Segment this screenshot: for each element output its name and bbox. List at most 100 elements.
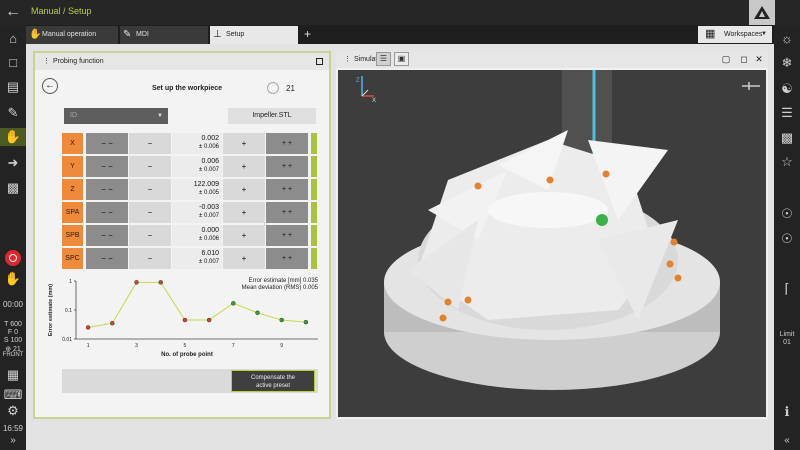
x-tick-label: 3 [135, 343, 138, 349]
panel-header: ⋮ Probing function [35, 53, 329, 70]
y-tick-label: 0.1 [65, 308, 72, 314]
workspaces-button[interactable]: ▦ Workspaces ▼ [698, 26, 772, 43]
chevron-down-icon: ▼ [157, 113, 163, 119]
workpiece-view-icon[interactable]: ▣ [394, 52, 409, 66]
coolant-icon[interactable]: ❄ [777, 54, 797, 72]
axis-row: Z − − −122.009 ± 0.005 + + + [62, 179, 318, 200]
probe-point-count: 21 [286, 84, 295, 93]
data-point [255, 310, 260, 316]
increment-button[interactable]: + [223, 133, 265, 154]
probe-icon [742, 82, 760, 90]
status-indicator [311, 225, 317, 246]
decrement-button[interactable]: − [129, 156, 171, 177]
maximize-icon[interactable] [316, 58, 323, 65]
tool-magazine-icon[interactable]: ☰ [777, 104, 797, 122]
back-button[interactable]: ← [42, 78, 58, 94]
axis-tolerance: ± 0.007 [199, 213, 219, 219]
back-arrow-icon[interactable]: ← [3, 3, 23, 21]
feed-override-icon[interactable]: ☉ [777, 205, 797, 223]
edit-program-icon[interactable]: ✎ [3, 104, 23, 122]
emergency-stop-icon[interactable] [5, 250, 21, 266]
list-view-icon[interactable]: ☰ [376, 52, 391, 66]
increment-button[interactable]: + [223, 248, 265, 269]
decrement-large-button[interactable]: − − [86, 179, 128, 200]
help-icon[interactable]: ℹ [777, 403, 797, 421]
increment-large-button[interactable]: + + [266, 248, 308, 269]
increment-large-button[interactable]: + + [266, 156, 308, 177]
decrement-button[interactable]: − [129, 202, 171, 223]
chip-conveyor-icon[interactable]: ☯ [777, 80, 797, 98]
machine-icon[interactable]: ▩ [3, 179, 23, 197]
decrement-button[interactable]: − [129, 133, 171, 154]
tab-setup[interactable]: ⊥ Setup [210, 26, 298, 44]
simulation-panel: ⋮ Simulation ☰ ▣ ▢ ◻ ✕ Z X [336, 51, 768, 419]
error-chart: 1 0.1 0.01 1 3 5 7 9 No. of probe point Error est… [42, 273, 324, 365]
right-rail: ☼ ❄ ☯ ☰ ▩ ☆ ☉ ☉ ⌈ Limit 01 ℹ « [774, 25, 800, 450]
increment-large-button[interactable]: + + [266, 133, 308, 154]
increment-button[interactable]: + [223, 225, 265, 246]
run-program-icon[interactable]: ➜ [3, 154, 23, 172]
lamp-icon[interactable]: ☼ [777, 30, 797, 48]
decrement-large-button[interactable]: − − [86, 156, 128, 177]
axis-label: Y [62, 156, 83, 177]
x-tick-label: 1 [87, 343, 90, 349]
folder-icon[interactable]: □ [3, 54, 23, 72]
decrement-large-button[interactable]: − − [86, 248, 128, 269]
home-icon[interactable]: ⌂ [3, 30, 23, 48]
cube-view-icon[interactable]: ▢ [719, 52, 733, 67]
axis-label: SPB [62, 225, 83, 246]
y-tick-label: 0.01 [62, 337, 72, 343]
limit-value: 01 [783, 339, 791, 346]
chevron-down-icon: ▼ [761, 31, 767, 37]
axis-tolerance: ± 0.006 [199, 144, 219, 150]
expand-left-icon[interactable]: » [0, 435, 26, 446]
limit-switch-icon[interactable]: ⌈ [777, 280, 797, 298]
logo-icon [749, 0, 775, 25]
increment-large-button[interactable]: + + [266, 202, 308, 223]
svg-text:X: X [372, 98, 376, 104]
maximize-icon[interactable]: ◻ [737, 52, 751, 67]
data-point [110, 321, 115, 326]
axis-value: 0.002 ± 0.006 [172, 133, 222, 154]
decrement-button[interactable]: − [129, 248, 171, 269]
decrement-large-button[interactable]: − − [86, 225, 128, 246]
increment-large-button[interactable]: + + [266, 225, 308, 246]
x-tick-label: 9 [280, 343, 283, 349]
decrement-button[interactable]: − [129, 225, 171, 246]
page-title: Set up the workpiece [152, 85, 223, 92]
decrement-large-button[interactable]: − − [86, 202, 128, 223]
axis-tolerance: ± 0.005 [199, 190, 219, 196]
tab-bar: ✋ Manual operation ✎ MDI ⊥ Setup + ▦ Worksp… [26, 25, 774, 44]
manual-hand-icon[interactable]: ✋ [0, 128, 26, 146]
data-point [206, 317, 212, 323]
axis-label: X [62, 133, 83, 154]
axis-value: -0.003 ± 0.007 [172, 202, 222, 223]
expand-right-icon[interactable]: « [774, 435, 800, 446]
decrement-large-button[interactable]: − − [86, 133, 128, 154]
decrement-button[interactable]: − [129, 179, 171, 200]
simulation-viewport[interactable]: Z X [338, 70, 766, 417]
compensate-preset-button[interactable]: Compensate the active preset [231, 370, 315, 392]
axis-row: Y − − −0.006 ± 0.007 + + + [62, 156, 318, 177]
add-tab-icon[interactable]: + [304, 25, 311, 43]
close-icon[interactable]: ✕ [752, 52, 766, 67]
increment-button[interactable]: + [223, 156, 265, 177]
table-icon[interactable]: ▤ [3, 78, 23, 96]
spindle-icon[interactable]: ▩ [777, 129, 797, 147]
increment-button[interactable]: + [223, 202, 265, 223]
y-axis-label: Error estimate (mm) [48, 284, 54, 336]
status-indicator [311, 248, 317, 269]
preset-select[interactable]: ID ▼ [64, 108, 168, 124]
status-indicator [311, 202, 317, 223]
spindle-override-icon[interactable]: ☉ [777, 230, 797, 248]
tab-manual-operation[interactable]: ✋ Manual operation [26, 26, 118, 44]
calculator-icon[interactable]: ▦ [3, 366, 23, 384]
increment-button[interactable]: + [223, 179, 265, 200]
axis-value: 0.006 ± 0.007 [172, 156, 222, 177]
favorites-star-icon[interactable]: ☆ [777, 153, 797, 171]
settings-gear-icon[interactable]: ⚙ [3, 402, 23, 420]
axis-value: 6.010 ± 0.007 [172, 248, 222, 269]
tab-mdi[interactable]: ✎ MDI [120, 26, 208, 44]
increment-large-button[interactable]: + + [266, 179, 308, 200]
model-file-button[interactable]: Impeller.STL [228, 108, 316, 124]
